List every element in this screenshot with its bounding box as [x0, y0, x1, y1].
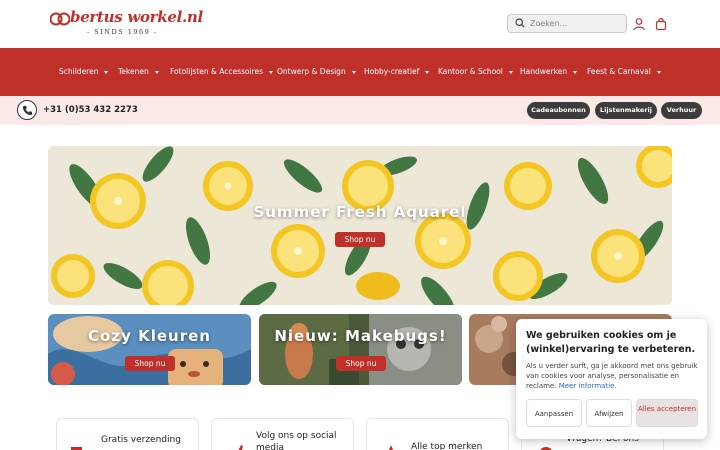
- phone-button[interactable]: [17, 100, 37, 120]
- nav-item-label: Feest & Carnaval: [587, 67, 651, 76]
- cookie-reject-button[interactable]: Afwijzen: [586, 399, 632, 427]
- feature-social-media[interactable]: Volg ons op social media: [211, 418, 354, 450]
- chevron-down-icon: [351, 70, 356, 74]
- card-title: Cozy Kleuren: [88, 327, 211, 345]
- cookie-text: Als u verder surft, ga je akkoord met on…: [526, 361, 700, 391]
- nav-item-fotolijsten[interactable]: Fotolijsten & Accessoires: [170, 67, 274, 76]
- nav-item-label: Kantoor & School: [438, 67, 503, 76]
- nav-item-hobby[interactable]: Hobby-creatief: [364, 67, 430, 76]
- chevron-down-icon: [425, 70, 430, 74]
- cart-icon[interactable]: [654, 17, 668, 31]
- feature-label: Alle top merken: [411, 442, 483, 450]
- logo-mark-icon: [50, 12, 70, 26]
- nav-item-label: Handwerken: [520, 67, 568, 76]
- nav-item-kantoor[interactable]: Kantoor & School: [438, 67, 513, 76]
- lijstenmakerij-button[interactable]: Lijstenmakerij: [595, 102, 657, 119]
- search-icon: [515, 18, 525, 28]
- site-logo[interactable]: bertus workel.nl - SINDS 1969 -: [50, 8, 203, 40]
- feature-label-line1: Volg ons op social: [256, 431, 337, 441]
- cozy-illustration-image: [48, 314, 251, 385]
- lemon-pattern-image: [48, 146, 672, 305]
- chevron-down-icon: [573, 70, 578, 74]
- phone-number[interactable]: +31 (0)53 432 2273: [43, 105, 138, 115]
- cookie-dialog: We gebruiken cookies om je (winkel)ervar…: [516, 319, 707, 439]
- feature-top-brands: Alle top merken: [366, 418, 509, 450]
- chevron-down-icon: [508, 70, 513, 74]
- logo-tagline: - SINDS 1969 -: [87, 28, 158, 36]
- truck-icon: [71, 447, 82, 450]
- phone-icon: [22, 105, 33, 116]
- thumbs-up-icon: [238, 445, 245, 450]
- promo-card-cozy[interactable]: Cozy Kleuren Shop nu: [48, 314, 251, 385]
- chat-icon: [540, 447, 552, 450]
- hero-shop-button[interactable]: Shop nu: [335, 232, 385, 247]
- nav-item-ontwerp[interactable]: Ontwerp & Design: [277, 67, 356, 76]
- chevron-down-icon: [269, 70, 274, 74]
- nav-item-feest[interactable]: Feest & Carnaval: [587, 67, 661, 76]
- card-shop-button[interactable]: Shop nu: [336, 356, 386, 371]
- star-badge-icon: [384, 445, 398, 450]
- nav-item-handwerken[interactable]: Handwerken: [520, 67, 578, 76]
- feature-label: Volg ons op social media: [256, 430, 337, 450]
- feature-free-shipping: Gratis verzending: [56, 418, 199, 450]
- chevron-down-icon: [154, 70, 159, 74]
- chevron-down-icon: [104, 70, 109, 74]
- nav-item-tekenen[interactable]: Tekenen: [118, 67, 159, 76]
- search-input[interactable]: [530, 16, 624, 31]
- nav-item-label: Tekenen: [118, 67, 149, 76]
- feature-label-line2: media: [256, 443, 285, 450]
- card-title: Nieuw: Makebugs!: [274, 327, 447, 345]
- card-shop-button[interactable]: Shop nu: [125, 356, 175, 371]
- nav-item-label: Schilderen: [59, 67, 99, 76]
- cookie-title: We gebruiken cookies om je (winkel)ervar…: [526, 330, 696, 355]
- chevron-down-icon: [656, 70, 661, 74]
- contact-bar: +31 (0)53 432 2273 Cadeaubonnen Lijstenm…: [0, 96, 720, 125]
- verhuur-button[interactable]: Verhuur: [661, 102, 702, 119]
- logo-name: bertus workel.nl: [70, 8, 203, 26]
- nav-item-label: Ontwerp & Design: [277, 67, 346, 76]
- cookie-more-info-link[interactable]: Meer informatie.: [559, 382, 617, 390]
- hero-title: Summer Fresh Aquarel: [253, 203, 467, 221]
- feature-label: Gratis verzending: [101, 435, 181, 445]
- search-box[interactable]: [507, 14, 627, 33]
- site-header: bertus workel.nl - SINDS 1969 -: [0, 0, 720, 48]
- nav-item-label: Hobby-creatief: [364, 67, 420, 76]
- nav-item-schilderen[interactable]: Schilderen: [59, 67, 109, 76]
- hero-banner[interactable]: Summer Fresh Aquarel Shop nu: [48, 146, 672, 305]
- promo-card-makebugs[interactable]: Nieuw: Makebugs! Shop nu: [259, 314, 462, 385]
- cadeaubonnen-button[interactable]: Cadeaubonnen: [527, 102, 590, 119]
- makebugs-photo-image: [259, 314, 462, 385]
- nav-item-label: Fotolijsten & Accessoires: [170, 67, 264, 76]
- main-nav: Schilderen Tekenen Fotolijsten & Accesso…: [0, 48, 720, 96]
- cookie-accept-all-button[interactable]: Alles accepteren: [636, 399, 698, 427]
- cookie-customize-button[interactable]: Aanpassen: [526, 399, 582, 427]
- account-icon[interactable]: [632, 17, 646, 31]
